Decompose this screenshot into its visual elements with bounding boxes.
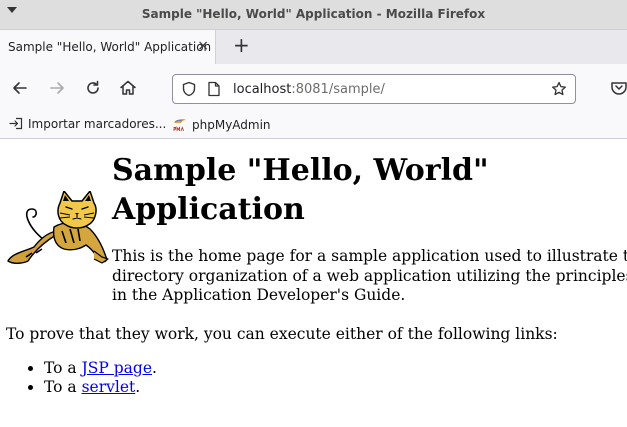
pocket-button[interactable] — [609, 78, 627, 98]
servlet-link[interactable]: servlet — [82, 378, 136, 396]
tab-close-icon[interactable]: × — [197, 38, 209, 54]
page-heading: Sample "Hello, World" Application — [112, 153, 489, 227]
shield-icon[interactable] — [181, 81, 197, 97]
jsp-page-link[interactable]: JSP page — [82, 359, 152, 377]
tomcat-logo — [7, 191, 109, 264]
bookmarks-bar: Importar marcadores... phpMyAdmin — [0, 112, 627, 139]
reload-button[interactable] — [83, 78, 103, 98]
url-host: localhost — [233, 82, 292, 97]
url-path: :8081/sample/ — [291, 82, 385, 97]
forward-button[interactable] — [47, 78, 67, 98]
tab-label: Sample "Hello, World" Application — [8, 40, 212, 54]
list-item: To a JSP page. — [44, 359, 157, 378]
url-text[interactable]: localhost:8081/sample/ — [233, 82, 385, 97]
list-item-prefix: To a — [44, 359, 82, 377]
phpmyadmin-icon — [173, 119, 187, 132]
url-bar[interactable]: localhost:8081/sample/ — [172, 74, 576, 104]
bookmark-phpmyadmin[interactable]: phpMyAdmin — [172, 117, 271, 132]
pocket-icon — [611, 82, 627, 95]
bookmark-import[interactable]: Importar marcadores... — [9, 117, 166, 131]
home-button[interactable] — [118, 78, 138, 98]
intro-paragraph: This is the home page for a sample appli… — [112, 247, 627, 304]
tab-sample[interactable]: Sample "Hello, World" Application × — [0, 30, 216, 64]
bookmark-phpmyadmin-label: phpMyAdmin — [192, 118, 271, 132]
home-icon — [120, 80, 136, 95]
bookmark-import-label: Importar marcadores... — [28, 117, 167, 131]
back-button[interactable] — [10, 78, 30, 98]
list-item-prefix: To a — [44, 378, 82, 396]
bookmark-star-icon[interactable] — [551, 81, 567, 97]
list-item: To a servlet. — [44, 378, 157, 397]
window-titlebar: Sample "Hello, World" Application - Mozi… — [0, 0, 627, 30]
prove-paragraph: To prove that they work, you can execute… — [6, 325, 558, 343]
import-icon — [9, 117, 23, 130]
reload-icon — [87, 80, 99, 94]
link-list: To a JSP page. To a servlet. — [0, 359, 157, 397]
page-content: Sample "Hello, World" Application This i… — [0, 139, 627, 427]
new-tab-button[interactable]: + — [233, 35, 250, 55]
arrow-right-icon — [50, 82, 64, 94]
tab-strip: Sample "Hello, World" Application × + — [0, 30, 627, 64]
window-title: Sample "Hello, World" Application - Mozi… — [141, 7, 486, 21]
list-item-suffix: . — [152, 359, 157, 377]
list-item-suffix: . — [135, 378, 141, 396]
page-icon[interactable] — [207, 81, 221, 97]
arrow-left-icon — [13, 82, 27, 94]
